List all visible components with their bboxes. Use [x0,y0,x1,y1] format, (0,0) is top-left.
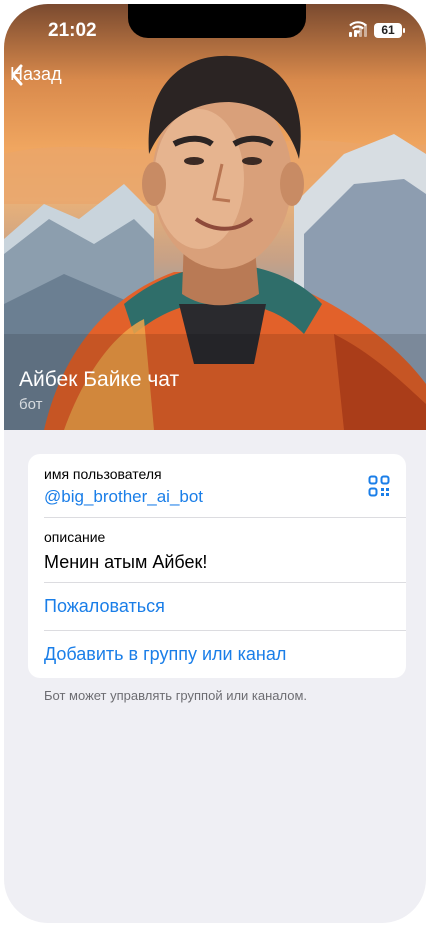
report-button[interactable]: Пожаловаться [28,582,406,630]
status-time: 21:02 [48,20,97,41]
description-row: описание Менин атым Айбек! [28,517,406,582]
add-to-group-button[interactable]: Добавить в группу или канал [28,630,406,678]
camera-notch [128,4,306,38]
profile-name: Айбек Байке чат [19,368,180,391]
status-icons: 61 [349,21,405,39]
username-link[interactable]: @big_brother_ai_bot [44,487,203,507]
phone-screen: 21:02 61 Назад Айбек Байке чат бот имя п… [4,4,426,923]
battery-indicator: 61 [374,22,405,38]
chevron-left-icon [11,64,23,86]
footnote: Бот может управлять группой или каналом. [44,688,308,703]
avatar-illustration [4,55,426,430]
description-text: Менин атым Айбек! [44,552,208,572]
username-row[interactable]: имя пользователя @big_brother_ai_bot [28,454,406,517]
profile-subtitle: бот [19,396,43,413]
profile-header-photo: 21:02 61 Назад Айбек Байке чат бот [4,4,426,430]
username-label: имя пользователя [44,466,162,482]
report-label: Пожаловаться [44,595,165,616]
qr-code-icon[interactable] [368,475,390,497]
add-to-group-label: Добавить в группу или канал [44,643,287,664]
wifi-icon [349,21,367,34]
description-label: описание [44,529,106,545]
info-card: имя пользователя @big_brother_ai_bot опи… [28,454,406,678]
back-button[interactable]: Назад [10,64,62,86]
